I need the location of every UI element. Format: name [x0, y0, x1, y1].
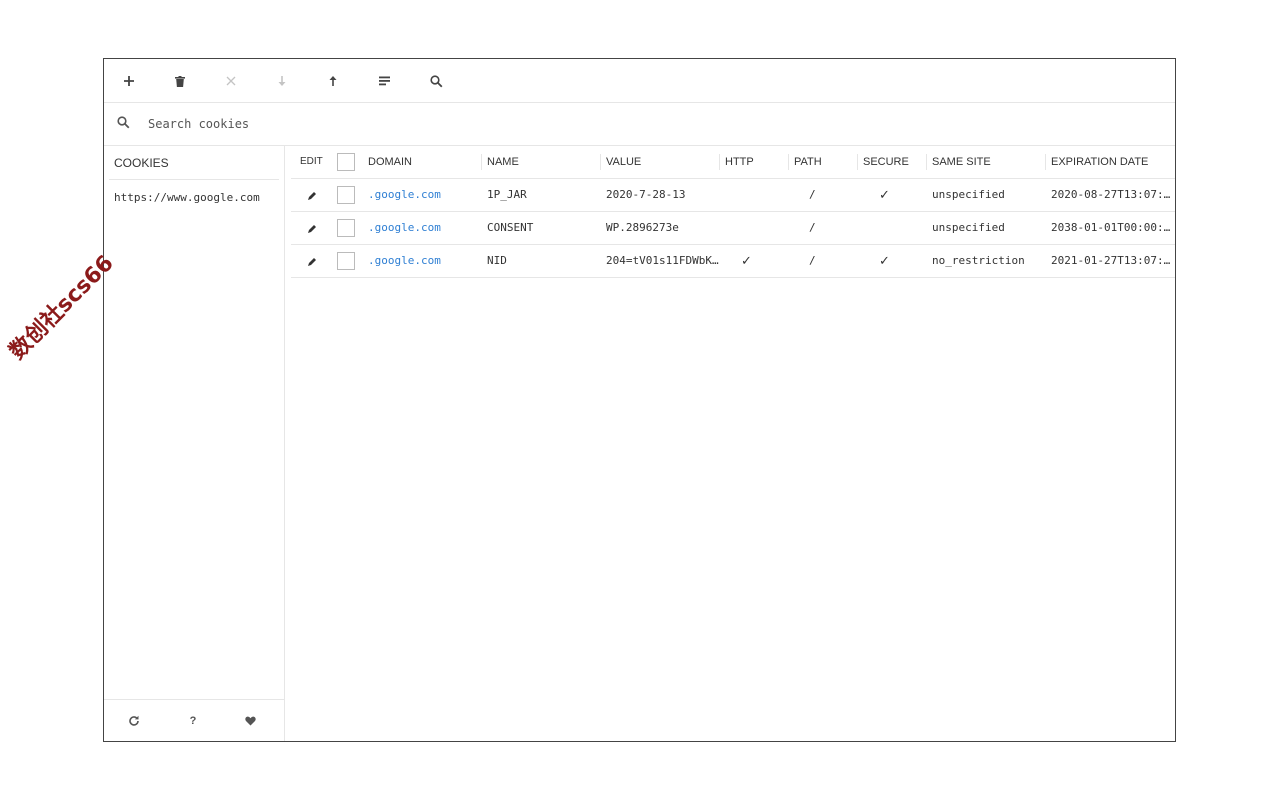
cell-expiration: 2020-08-27T13:07:51.000Z [1051, 188, 1175, 201]
cell-path: / [809, 188, 816, 201]
cell-path: / [809, 221, 816, 234]
divider [1045, 154, 1046, 170]
cookie-table: EDIT DOMAIN NAME VALUE HTTP PATH SECURE … [291, 146, 1175, 741]
cell-expiration: 2021-01-27T13:07:51.000Z [1051, 254, 1175, 267]
column-value[interactable]: VALUE [606, 146, 641, 178]
cell-name: NID [487, 254, 507, 267]
divider [926, 154, 927, 170]
cell-value: 2020-7-28-13 [606, 188, 686, 201]
toolbar [104, 59, 1175, 103]
add-icon[interactable] [117, 70, 141, 92]
delete-icon[interactable] [168, 70, 192, 92]
cell-domain[interactable]: .google.com [368, 245, 476, 277]
search-bar [104, 103, 1175, 146]
cell-http [740, 212, 770, 244]
row-checkbox[interactable] [337, 252, 355, 270]
sidebar-item-google[interactable]: https://www.google.com [114, 191, 260, 204]
cookie-editor-window: COOKIES https://www.google.com ? EDIT DO… [103, 58, 1176, 742]
heart-icon[interactable] [241, 712, 259, 730]
column-http[interactable]: HTTP [725, 146, 754, 178]
search-icon [117, 116, 133, 132]
cell-secure: ✓ [879, 253, 890, 268]
row-checkbox[interactable] [337, 219, 355, 237]
pencil-icon[interactable] [306, 189, 318, 201]
cell-value: 204=tV01s11FDWbKxyzLongCookieValueTrunca… [606, 254, 719, 267]
select-all-checkbox[interactable] [337, 153, 355, 171]
cell-same-site: unspecified [932, 188, 1005, 201]
help-icon[interactable]: ? [184, 712, 202, 730]
cell-expiration: 2038-01-01T00:00:00.000Z [1051, 221, 1175, 234]
cell-domain[interactable]: .google.com [368, 212, 476, 244]
watermark: 数创社scs66 [4, 250, 119, 365]
pencil-icon[interactable] [306, 255, 318, 267]
divider [600, 154, 601, 170]
column-edit: EDIT [300, 156, 323, 167]
cell-same-site: no_restriction [932, 254, 1025, 267]
divider [481, 154, 482, 170]
list-icon[interactable] [372, 70, 396, 92]
cell-secure: ✓ [879, 187, 890, 202]
column-expiration[interactable]: EXPIRATION DATE [1051, 146, 1148, 178]
divider [109, 179, 279, 180]
close-icon[interactable] [219, 70, 243, 92]
table-row[interactable]: .google.com CONSENT WP.2896273e / unspec… [291, 212, 1175, 245]
search-icon[interactable] [424, 70, 448, 92]
row-checkbox[interactable] [337, 186, 355, 204]
column-name[interactable]: NAME [487, 146, 519, 178]
pencil-icon[interactable] [306, 222, 318, 234]
divider [719, 154, 720, 170]
cell-name: 1P_JAR [487, 188, 527, 201]
table-row[interactable]: .google.com 1P_JAR 2020-7-28-13 / ✓ unsp… [291, 179, 1175, 212]
cell-name: CONSENT [487, 221, 534, 234]
sidebar: COOKIES https://www.google.com ? [104, 146, 285, 741]
column-domain[interactable]: DOMAIN [368, 146, 412, 178]
cell-http [740, 179, 770, 211]
import-down-icon[interactable] [270, 70, 294, 92]
cell-value: WP.2896273e [606, 221, 679, 234]
cell-domain[interactable]: .google.com [368, 179, 476, 211]
cell-path: / [809, 254, 816, 267]
search-input[interactable] [148, 113, 748, 135]
table-row[interactable]: .google.com NID 204=tV01s11FDWbKxyzLongC… [291, 245, 1175, 278]
cell-http: ✓ [741, 253, 752, 268]
divider [788, 154, 789, 170]
cell-same-site: unspecified [932, 221, 1005, 234]
export-up-icon[interactable] [321, 70, 345, 92]
sidebar-footer: ? [104, 699, 284, 742]
column-same-site[interactable]: SAME SITE [932, 146, 991, 178]
table-header: EDIT DOMAIN NAME VALUE HTTP PATH SECURE … [291, 146, 1175, 179]
column-path[interactable]: PATH [794, 146, 822, 178]
column-secure[interactable]: SECURE [863, 146, 909, 178]
sidebar-header: COOKIES [114, 156, 169, 170]
refresh-icon[interactable] [125, 712, 143, 730]
divider [857, 154, 858, 170]
